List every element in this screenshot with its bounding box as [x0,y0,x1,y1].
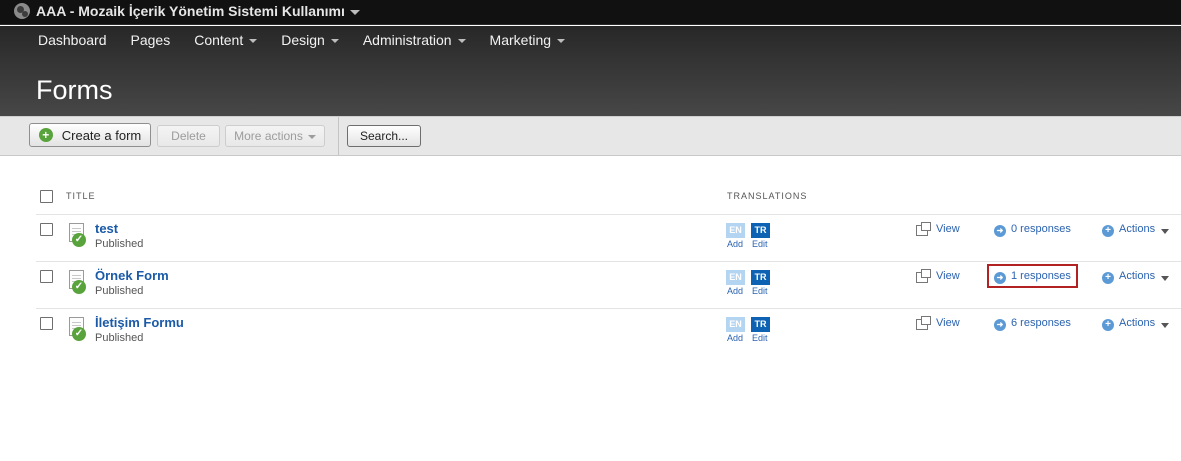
plus-circle-icon[interactable]: + [1102,272,1114,284]
row-checkbox[interactable] [40,270,53,283]
add-translation-link[interactable]: Add [727,239,743,249]
chevron-down-icon [557,39,566,43]
toolbar: + Create a form Delete More actions Sear… [0,116,1181,156]
chevron-down-icon [307,135,316,139]
external-window-icon[interactable] [916,222,931,236]
table-row: ✓ Örnek Form Published EN TR Add Edit Vi… [0,264,1181,311]
nav-label: Administration [362,32,452,48]
nav-label: Pages [130,32,171,48]
form-status: Published [95,285,144,297]
row-divider [36,261,1181,262]
chevron-down-icon [249,39,258,43]
external-window-icon[interactable] [916,269,931,283]
row-checkbox[interactable] [40,223,53,236]
check-badge-icon: ✓ [72,280,86,294]
form-title-link[interactable]: İletişim Formu [95,315,184,330]
form-status: Published [95,238,144,250]
add-translation-link[interactable]: Add [727,286,743,296]
nav-item-dashboard[interactable]: Dashboard [26,32,119,54]
nav-item-design[interactable]: Design [269,32,351,54]
nav-item-administration[interactable]: Administration [351,32,478,54]
row-divider [36,214,1181,215]
plus-circle-icon[interactable]: + [1102,225,1114,237]
external-window-icon[interactable] [916,316,931,330]
responses-link[interactable]: 6 responses [1011,317,1071,329]
column-header-translations: TRANSLATIONS [727,191,808,201]
chevron-down-icon [330,39,339,43]
view-link[interactable]: View [936,270,960,282]
top-bar: AAA - Mozaik İçerik Yönetim Sistemi Kull… [0,0,1181,25]
nav-label: Dashboard [38,32,107,48]
create-form-label: Create a form [61,127,142,143]
edit-translation-link[interactable]: Edit [752,333,768,343]
view-link[interactable]: View [936,317,960,329]
check-badge-icon: ✓ [72,327,86,341]
search-label: Search... [359,129,409,143]
responses-link[interactable]: 0 responses [1011,223,1071,235]
nav-item-pages[interactable]: Pages [119,32,183,54]
actions-link[interactable]: Actions [1119,317,1155,329]
edit-translation-link[interactable]: Edit [752,286,768,296]
lang-en-badge[interactable]: EN [726,270,745,285]
lang-en-badge[interactable]: EN [726,223,745,238]
plus-circle-icon[interactable]: + [1102,319,1114,331]
nav-item-content[interactable]: Content [182,32,269,54]
column-header-title: TITLE [66,191,96,201]
chevron-down-icon [457,39,466,43]
nav-item-marketing[interactable]: Marketing [478,32,577,54]
actions-link[interactable]: Actions [1119,270,1155,282]
check-badge-icon: ✓ [72,233,86,247]
form-title-link[interactable]: test [95,221,118,236]
create-form-button[interactable]: + Create a form [29,123,151,147]
chevron-down-icon[interactable] [1161,229,1169,234]
arrow-circle-icon[interactable]: ➜ [994,319,1006,331]
form-title-link[interactable]: Örnek Form [95,268,169,283]
arrow-circle-icon[interactable]: ➜ [994,272,1006,284]
plus-circle-icon: + [38,128,53,142]
delete-label: Delete [171,129,206,143]
form-status: Published [95,332,144,344]
chevron-down-icon[interactable] [1161,276,1169,281]
globe-icon [14,3,30,19]
delete-button[interactable]: Delete [157,125,220,147]
nav-label: Design [281,32,325,48]
actions-link[interactable]: Actions [1119,223,1155,235]
site-title[interactable]: AAA - Mozaik İçerik Yönetim Sistemi Kull… [36,3,345,19]
header: Dashboard Pages Content Design Administr… [0,26,1181,116]
row-divider [36,308,1181,309]
lang-tr-badge[interactable]: TR [751,223,770,238]
view-link[interactable]: View [936,223,960,235]
toolbar-divider [338,117,339,155]
lang-tr-badge[interactable]: TR [751,270,770,285]
lang-tr-badge[interactable]: TR [751,317,770,332]
page-title: Forms [36,75,113,105]
search-button[interactable]: Search... [347,125,421,147]
responses-link[interactable]: 1 responses [1011,270,1071,282]
arrow-circle-icon[interactable]: ➜ [994,225,1006,237]
add-translation-link[interactable]: Add [727,333,743,343]
lang-en-badge[interactable]: EN [726,317,745,332]
row-checkbox[interactable] [40,317,53,330]
more-actions-button[interactable]: More actions [225,125,325,147]
nav-label: Content [194,32,244,48]
more-actions-label: More actions [234,129,303,143]
select-all-checkbox[interactable] [40,190,53,203]
table-row: ✓ İletişim Formu Published EN TR Add Edi… [0,311,1181,358]
table-row: ✓ test Published EN TR Add Edit View ➜ 0… [0,217,1181,264]
main-nav: Dashboard Pages Content Design Administr… [26,32,577,54]
edit-translation-link[interactable]: Edit [752,239,768,249]
site-menu-caret-icon[interactable] [350,10,360,15]
nav-label: Marketing [489,32,552,48]
chevron-down-icon[interactable] [1161,323,1169,328]
